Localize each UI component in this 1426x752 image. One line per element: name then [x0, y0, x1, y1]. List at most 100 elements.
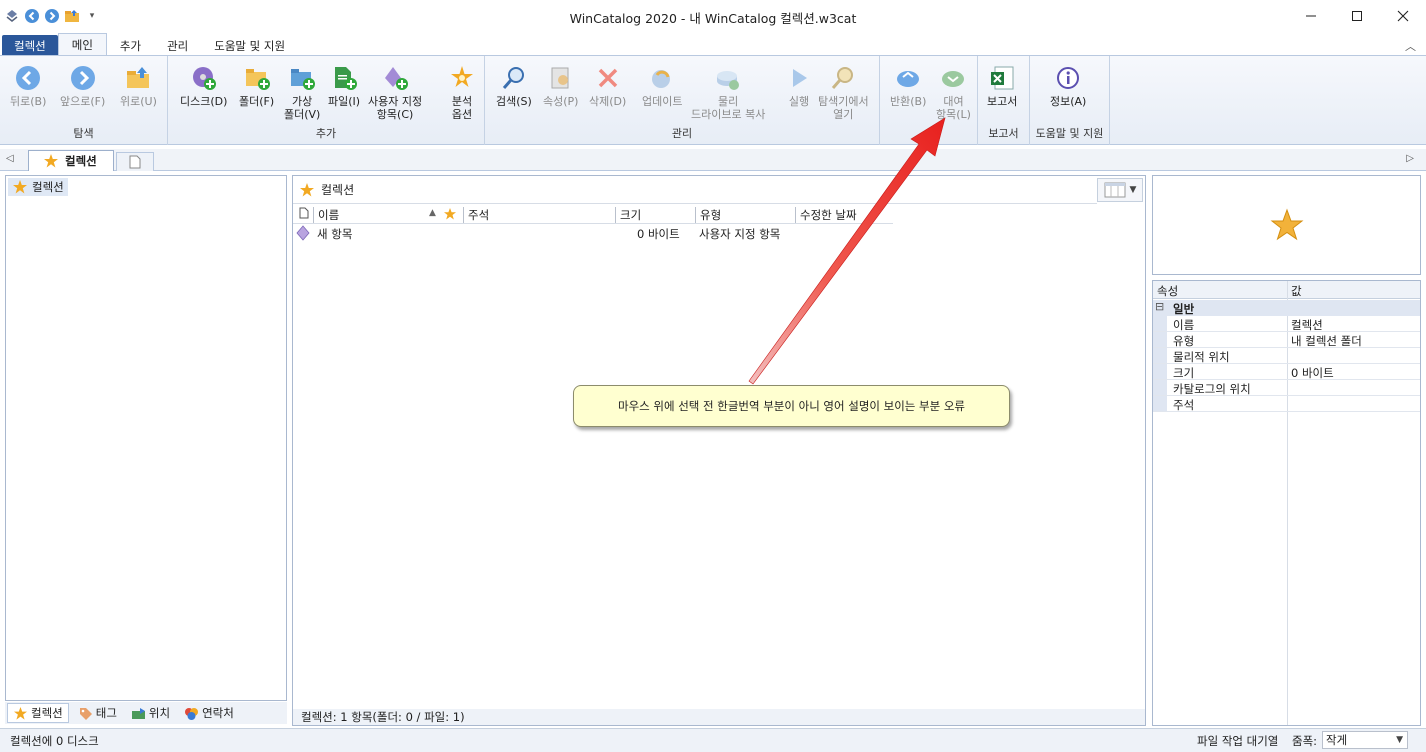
left-tab-collection[interactable]: 컬렉션	[7, 703, 69, 723]
update-icon	[648, 64, 676, 92]
collection-tree: 컬렉션	[5, 175, 287, 701]
zoom-select[interactable]: 작게 ▼	[1322, 731, 1408, 749]
tabs-left-scroll-icon[interactable]: ◁	[6, 153, 14, 164]
column-size[interactable]: 크기	[615, 207, 693, 223]
tab-help[interactable]: 도움말 및 지원	[201, 35, 298, 56]
explorer-search-icon	[829, 64, 857, 92]
tab-collection[interactable]: 컬렉션	[2, 35, 58, 56]
forward-button[interactable]: 앞으로(F)	[60, 64, 105, 108]
file-queue-status[interactable]: 파일 작업 대기열	[1197, 733, 1278, 749]
group-navigate: 뒤로(B) 앞으로(F) 위로(U) 탐색	[0, 56, 168, 145]
left-tab-locations[interactable]: 위치	[126, 704, 175, 722]
add-file-button[interactable]: 파일(I)	[328, 64, 360, 108]
tree-item-collection[interactable]: 컬렉션	[8, 178, 68, 196]
minimize-button[interactable]	[1288, 0, 1334, 32]
loan-item-button[interactable]: 대여 항목(L)	[936, 64, 971, 121]
annotation-callout: 마우스 위에 선택 전 한글번역 부분이 아니 영어 설명이 보이는 부분 오류	[573, 385, 1010, 427]
left-tab-contacts[interactable]: 연락처	[179, 704, 239, 722]
document-tab-strip: ◁ 컬렉션 ▷	[0, 149, 1426, 171]
tab-add[interactable]: 추가	[107, 35, 154, 56]
value-column-header: 값	[1291, 284, 1302, 298]
back-button[interactable]: 뒤로(B)	[10, 64, 46, 108]
properties-button[interactable]: 속성(P)	[543, 64, 578, 108]
table-row[interactable]: 새 항목 0 바이트 사용자 지정 항목	[293, 224, 893, 242]
property-row[interactable]: 유형 내 컬렉션 폴더	[1153, 332, 1420, 348]
column-modified[interactable]: 수정한 날짜	[795, 207, 893, 223]
forward-arrow-icon	[69, 64, 97, 92]
delete-button[interactable]: 삭제(D)	[589, 64, 626, 108]
path-label: 컬렉션	[321, 183, 355, 197]
property-row[interactable]: 크기 0 바이트	[1153, 364, 1420, 380]
search-icon	[500, 64, 528, 92]
doc-tab-collection[interactable]: 컬렉션	[28, 150, 114, 171]
column-name[interactable]: 이름	[313, 207, 461, 223]
about-button[interactable]: 정보(A)	[1050, 64, 1086, 108]
ribbon-collapse-icon[interactable]: ︿	[1405, 38, 1416, 54]
loan-icon	[939, 64, 967, 92]
add-custom-item-button[interactable]: 사용자 지정 항목(C)	[368, 64, 422, 121]
info-icon	[1054, 64, 1082, 92]
left-tab-tags[interactable]: 태그	[73, 704, 122, 722]
row-size: 0 바이트	[637, 227, 680, 241]
close-button[interactable]	[1380, 0, 1426, 32]
view-mode-icon	[1104, 182, 1126, 198]
tab-main[interactable]: 메인	[57, 33, 107, 56]
new-tab-button[interactable]	[116, 152, 154, 171]
group-label-help: 도움말 및 지원	[1035, 127, 1104, 140]
up-button[interactable]: 위로(U)	[120, 64, 157, 108]
tab-manage[interactable]: 관리	[154, 35, 201, 56]
chevron-down-icon: ▼	[1129, 185, 1137, 195]
return-icon	[894, 64, 922, 92]
view-mode-button[interactable]: ▼	[1097, 178, 1143, 202]
item-list-panel: 컬렉션 ▼ 이름 ▲ 주석 크기 유형 수정한 날짜 새 항목 0 바이트 사용…	[292, 175, 1146, 726]
run-button[interactable]: 실행	[785, 64, 813, 108]
return-button[interactable]: 반환(B)	[890, 64, 926, 108]
gear-star-icon	[448, 64, 476, 92]
property-row[interactable]: 주석	[1153, 396, 1420, 412]
report-button[interactable]: 보고서	[987, 64, 1017, 108]
property-row[interactable]: 이름 컬렉션	[1153, 316, 1420, 332]
scan-options-button[interactable]: 분석 옵션	[448, 64, 476, 121]
list-status: 컬렉션: 1 항목(폴더: 0 / 파일: 1)	[293, 709, 1145, 725]
collection-star-icon	[14, 706, 27, 720]
back-arrow-icon	[14, 64, 42, 92]
add-disk-button[interactable]: 디스크(D)	[180, 64, 227, 108]
column-type[interactable]: 유형	[695, 207, 793, 223]
maximize-icon	[1352, 11, 1362, 21]
minimize-icon	[1306, 15, 1316, 17]
delete-icon	[594, 64, 622, 92]
zoom-label: 줌폭:	[1292, 734, 1318, 748]
contacts-icon	[185, 707, 199, 720]
update-button[interactable]: 업데이트	[642, 64, 682, 108]
copy-to-drive-button[interactable]: 물리 드라이브로 복사	[691, 64, 765, 121]
virtual-folder-add-icon	[288, 64, 316, 92]
column-comment[interactable]: 주석	[463, 207, 613, 223]
up-folder-icon	[124, 64, 152, 92]
tabs-right-scroll-icon[interactable]: ▷	[1406, 153, 1414, 164]
property-column-header: 속성	[1157, 284, 1179, 298]
custom-item-add-icon	[381, 64, 409, 92]
new-tab-icon	[129, 155, 141, 169]
close-icon	[1397, 10, 1409, 22]
status-bar: 컬렉션에 0 디스크 파일 작업 대기열 줌폭: 작게 ▼	[0, 728, 1426, 752]
group-label-manage: 관리	[671, 127, 693, 140]
property-category-general[interactable]: ⊟ 일반	[1153, 300, 1420, 316]
maximize-button[interactable]	[1334, 0, 1380, 32]
add-folder-button[interactable]: 폴더(F)	[239, 64, 274, 108]
collection-star-icon	[300, 182, 314, 196]
drive-copy-icon	[714, 64, 742, 92]
property-row[interactable]: 카탈로그의 위치	[1153, 380, 1420, 396]
add-virtual-folder-button[interactable]: 가상 폴더(V)	[284, 64, 320, 121]
open-in-explorer-button[interactable]: 탐색기에서 열기	[818, 64, 869, 121]
group-add: 디스크(D) 폴더(F) 가상 폴더(V) 파일(I) 사용자 지정 항목(C)…	[168, 56, 485, 145]
custom-item-icon	[295, 225, 311, 244]
collection-star-icon	[1270, 208, 1303, 241]
collapse-toggle-icon[interactable]: ⊟	[1155, 300, 1164, 313]
file-type-column-icon[interactable]	[295, 207, 309, 223]
search-button[interactable]: 검색(S)	[496, 64, 532, 108]
row-name: 새 항목	[317, 227, 353, 241]
property-row[interactable]: 물리적 위치	[1153, 348, 1420, 364]
column-header: 이름 ▲ 주석 크기 유형 수정한 날짜	[293, 206, 893, 224]
property-grid: 속성 값 ⊟ 일반 이름 컬렉션 유형 내 컬렉션 폴더 물리적 위치 크기 0…	[1152, 280, 1421, 726]
group-label-report: 보고서	[988, 127, 1019, 140]
